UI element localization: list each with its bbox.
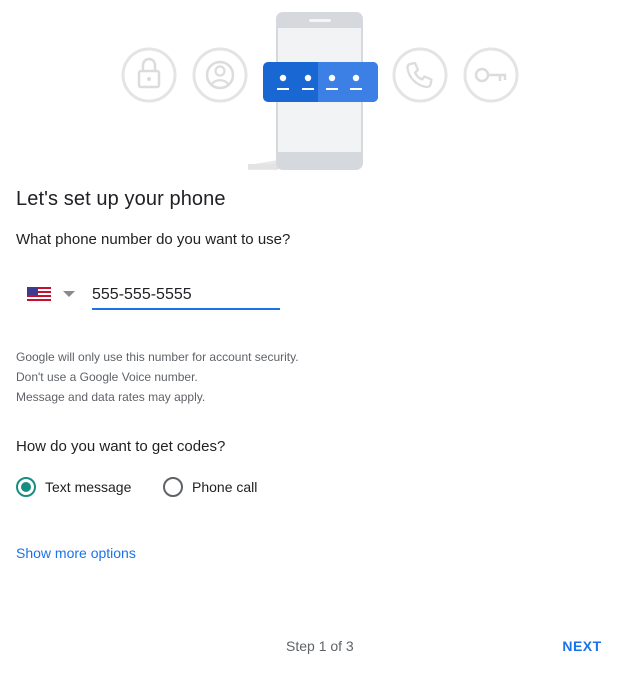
phone-number-input[interactable] bbox=[92, 282, 280, 310]
radio-text-message[interactable]: Text message bbox=[16, 475, 131, 499]
phone-number-row bbox=[16, 276, 296, 312]
radio-label-text-message: Text message bbox=[45, 479, 132, 495]
note-voice: Don't use a Google Voice number. bbox=[16, 370, 198, 384]
note-rates: Message and data rates may apply. bbox=[16, 390, 206, 404]
step-indicator: Step 1 of 3 bbox=[286, 638, 354, 654]
radio-button-selected[interactable] bbox=[16, 477, 36, 497]
chevron-down-icon bbox=[63, 291, 75, 297]
header-illustration bbox=[0, 0, 644, 180]
note-security: Google will only use this number for acc… bbox=[16, 350, 299, 364]
next-button[interactable]: NEXT bbox=[552, 628, 612, 664]
phone-code-icon bbox=[263, 62, 378, 102]
radio-label-phone-call: Phone call bbox=[192, 479, 258, 495]
lock-icon bbox=[121, 47, 177, 103]
radio-phone-call[interactable]: Phone call bbox=[163, 475, 257, 499]
us-flag-icon bbox=[27, 287, 51, 301]
country-code-dropdown[interactable] bbox=[16, 276, 84, 312]
key-icon bbox=[463, 47, 519, 103]
account-icon bbox=[192, 47, 248, 103]
radio-button-unselected[interactable] bbox=[163, 477, 183, 497]
phone-call-icon bbox=[392, 47, 448, 103]
phone-notes: Google will only use this number for acc… bbox=[16, 347, 299, 407]
phone-question: What phone number do you want to use? bbox=[16, 231, 291, 248]
codes-question: How do you want to get codes? bbox=[16, 438, 226, 455]
page-title: Let's set up your phone bbox=[16, 188, 226, 210]
show-more-options-link[interactable]: Show more options bbox=[16, 545, 136, 561]
